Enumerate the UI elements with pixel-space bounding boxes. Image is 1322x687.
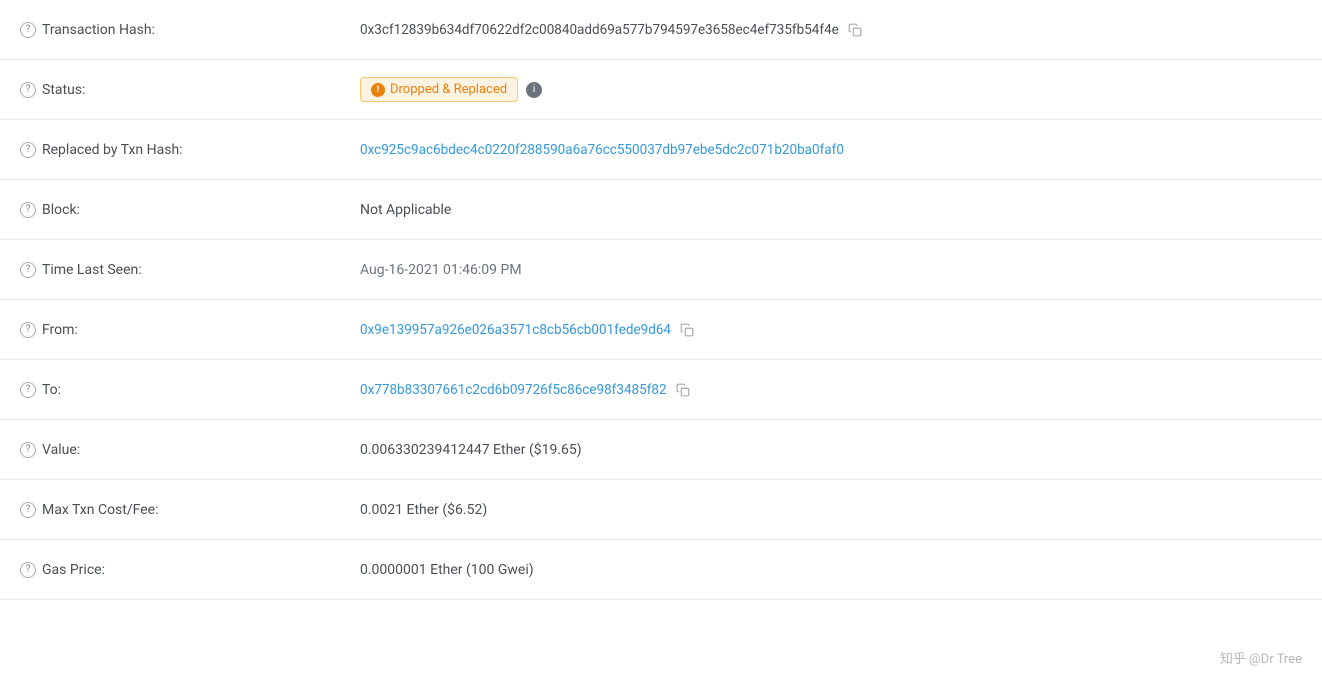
row-transaction-hash: ? Transaction Hash: 0x3cf12839b634df7062… — [0, 0, 1322, 60]
label-max-txn-cost: ? Max Txn Cost/Fee: — [20, 502, 360, 518]
block-value-text: Not Applicable — [360, 202, 451, 218]
row-from: ? From: 0x9e139957a926e026a3571c8cb56cb0… — [0, 300, 1322, 360]
help-icon-status[interactable]: ? — [20, 82, 36, 98]
help-icon-gas-price[interactable]: ? — [20, 562, 36, 578]
label-text-gas-price: Gas Price: — [42, 562, 105, 578]
label-text-from: From: — [42, 322, 78, 338]
help-icon-from[interactable]: ? — [20, 322, 36, 338]
row-gas-price: ? Gas Price: 0.0000001 Ether (100 Gwei) — [0, 540, 1322, 600]
label-text-block: Block: — [42, 202, 80, 218]
label-text-replaced-by: Replaced by Txn Hash: — [42, 142, 183, 158]
label-to: ? To: — [20, 382, 360, 398]
help-icon-block[interactable]: ? — [20, 202, 36, 218]
label-text-max-txn-cost: Max Txn Cost/Fee: — [42, 502, 158, 518]
help-icon-max-txn-cost[interactable]: ? — [20, 502, 36, 518]
label-text-value: Value: — [42, 442, 80, 458]
row-replaced-by: ? Replaced by Txn Hash: 0xc925c9ac6bdec4… — [0, 120, 1322, 180]
label-text-time-last-seen: Time Last Seen: — [42, 262, 142, 278]
row-value: ? Value: 0.006330239412447 Ether ($19.65… — [0, 420, 1322, 480]
value-from: 0x9e139957a926e026a3571c8cb56cb001fede9d… — [360, 322, 1302, 338]
row-block: ? Block: Not Applicable — [0, 180, 1322, 240]
help-icon-replaced-by[interactable]: ? — [20, 142, 36, 158]
value-transaction-hash: 0x3cf12839b634df70622df2c00840add69a577b… — [360, 22, 1302, 38]
link-from-address[interactable]: 0x9e139957a926e026a3571c8cb56cb001fede9d… — [360, 322, 671, 338]
status-badge-text: Dropped & Replaced — [390, 82, 507, 97]
time-last-seen-text: Aug-16-2021 01:46:09 PM — [360, 262, 522, 278]
watermark: 知乎 @Dr Tree — [1220, 648, 1302, 667]
row-status: ? Status: ! Dropped & Replaced i — [0, 60, 1322, 120]
help-icon-time-last-seen[interactable]: ? — [20, 262, 36, 278]
link-replaced-by-hash[interactable]: 0xc925c9ac6bdec4c0220f288590a6a76cc55003… — [360, 142, 844, 158]
status-dot-icon: ! — [371, 83, 385, 97]
hash-text-transaction-hash: 0x3cf12839b634df70622df2c00840add69a577b… — [360, 22, 839, 38]
ether-value-text: 0.006330239412447 Ether ($19.65) — [360, 442, 582, 458]
value-to: 0x778b83307661c2cd6b09726f5c86ce98f3485f… — [360, 382, 1302, 398]
copy-icon-transaction-hash[interactable] — [847, 22, 863, 38]
label-replaced-by: ? Replaced by Txn Hash: — [20, 142, 360, 158]
info-icon-status[interactable]: i — [526, 82, 542, 98]
value-gas-price: 0.0000001 Ether (100 Gwei) — [360, 562, 1302, 578]
copy-icon-to[interactable] — [675, 382, 691, 398]
value-time-last-seen: Aug-16-2021 01:46:09 PM — [360, 262, 1302, 278]
value-ether: 0.006330239412447 Ether ($19.65) — [360, 442, 1302, 458]
value-max-txn-cost: 0.0021 Ether ($6.52) — [360, 502, 1302, 518]
link-to-address[interactable]: 0x778b83307661c2cd6b09726f5c86ce98f3485f… — [360, 382, 667, 398]
row-time-last-seen: ? Time Last Seen: Aug-16-2021 01:46:09 P… — [0, 240, 1322, 300]
label-status: ? Status: — [20, 82, 360, 98]
row-to: ? To: 0x778b83307661c2cd6b09726f5c86ce98… — [0, 360, 1322, 420]
gas-price-text: 0.0000001 Ether (100 Gwei) — [360, 562, 534, 578]
max-txn-cost-text: 0.0021 Ether ($6.52) — [360, 502, 487, 518]
label-transaction-hash: ? Transaction Hash: — [20, 22, 360, 38]
copy-icon-from[interactable] — [679, 322, 695, 338]
label-from: ? From: — [20, 322, 360, 338]
row-max-txn-cost: ? Max Txn Cost/Fee: 0.0021 Ether ($6.52) — [0, 480, 1322, 540]
value-replaced-by: 0xc925c9ac6bdec4c0220f288590a6a76cc55003… — [360, 142, 1302, 158]
value-status: ! Dropped & Replaced i — [360, 77, 1302, 102]
label-time-last-seen: ? Time Last Seen: — [20, 262, 360, 278]
label-text-transaction-hash: Transaction Hash: — [42, 22, 155, 38]
label-gas-price: ? Gas Price: — [20, 562, 360, 578]
label-block: ? Block: — [20, 202, 360, 218]
label-text-to: To: — [42, 382, 61, 398]
label-value: ? Value: — [20, 442, 360, 458]
help-icon-transaction-hash[interactable]: ? — [20, 22, 36, 38]
value-block: Not Applicable — [360, 202, 1302, 218]
transaction-detail-container: ? Transaction Hash: 0x3cf12839b634df7062… — [0, 0, 1322, 600]
label-text-status: Status: — [42, 82, 85, 98]
help-icon-value[interactable]: ? — [20, 442, 36, 458]
help-icon-to[interactable]: ? — [20, 382, 36, 398]
status-badge-dropped-replaced: ! Dropped & Replaced — [360, 77, 518, 102]
